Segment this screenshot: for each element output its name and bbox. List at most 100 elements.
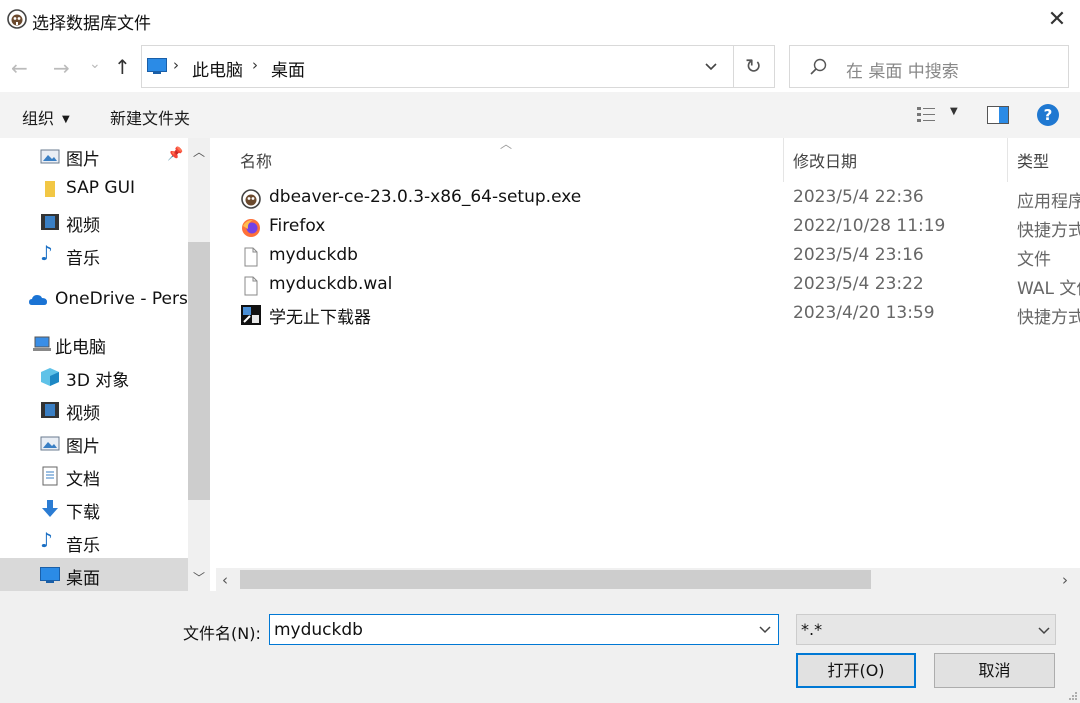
help-icon[interactable]: ?	[1037, 104, 1059, 126]
sidebar-item-label: 视频	[66, 399, 100, 424]
onedrive-icon	[28, 290, 48, 310]
filetype-value: *.*	[801, 620, 822, 639]
sidebar-item-onedrive[interactable]: OneDrive - Persc	[0, 283, 188, 316]
sidebar-item-label: 下载	[66, 498, 100, 523]
cancel-button[interactable]: 取消	[934, 653, 1055, 688]
downloader-icon	[241, 305, 261, 325]
chevron-down-icon[interactable]	[758, 625, 772, 635]
file-date: 2022/10/28 11:19	[793, 216, 945, 236]
search-input[interactable]: 在 桌面 中搜索	[789, 45, 1069, 88]
column-header-type[interactable]: 类型	[1017, 148, 1049, 172]
address-bar[interactable]: › 此电脑 › 桌面 ↻	[141, 45, 775, 88]
chevron-down-icon	[1037, 626, 1051, 636]
breadcrumb-this-pc[interactable]: 此电脑	[192, 56, 243, 81]
new-folder-button[interactable]: 新建文件夹	[110, 105, 190, 129]
resize-grip-icon[interactable]	[1068, 691, 1078, 701]
column-header-name[interactable]: 名称	[240, 148, 272, 172]
sidebar-item-documents[interactable]: 文档	[0, 459, 188, 492]
horizontal-scrollbar[interactable]: ‹ ›	[216, 568, 1080, 591]
file-icon	[241, 276, 261, 296]
file-row[interactable]: dbeaver-ce-23.0.3-x86_64-setup.exe 2023/…	[216, 184, 1080, 213]
command-bar: 组织▼ 新建文件夹 ▼	[0, 92, 1080, 138]
documents-icon	[40, 466, 60, 486]
back-button[interactable]: ←	[11, 56, 28, 80]
caret-down-icon[interactable]: ▼	[950, 106, 958, 117]
sidebar-item-label: 3D 对象	[66, 366, 129, 391]
sidebar-item-music[interactable]: ♪ 音乐	[0, 525, 188, 558]
refresh-button[interactable]: ↻	[745, 54, 762, 78]
sidebar-item-3d-objects[interactable]: 3D 对象	[0, 360, 188, 393]
sidebar-item-desktop[interactable]: 桌面	[0, 558, 188, 591]
file-date: 2023/5/4 23:22	[793, 274, 924, 294]
scrollbar-thumb[interactable]	[188, 242, 210, 500]
sidebar-item-videos[interactable]: 视频	[0, 205, 188, 238]
desktop-icon	[40, 565, 60, 585]
chevron-down-icon[interactable]	[701, 57, 721, 77]
file-type: 文件	[1017, 245, 1051, 270]
file-name: Firefox	[269, 216, 325, 236]
desktop-icon	[147, 58, 167, 74]
file-date: 2023/5/4 22:36	[793, 187, 924, 207]
column-header-modified[interactable]: 修改日期	[793, 148, 857, 172]
scroll-up-icon[interactable]: ︿	[191, 144, 207, 160]
recent-locations-button[interactable]: ⌄	[89, 52, 101, 76]
dbeaver-app-icon	[7, 9, 27, 29]
dbeaver-icon	[241, 189, 261, 209]
scroll-down-icon[interactable]: ﹀	[191, 570, 207, 586]
firefox-icon	[241, 218, 261, 238]
sidebar-item-pictures[interactable]: 图片	[0, 426, 188, 459]
file-name: myduckdb.wal	[269, 274, 392, 294]
file-type: WAL 文件	[1017, 274, 1080, 299]
scrollbar-thumb[interactable]	[240, 570, 871, 589]
filetype-select[interactable]: *.*	[796, 614, 1056, 645]
organize-label: 组织	[22, 109, 54, 128]
3d-objects-icon	[40, 367, 60, 387]
file-row[interactable]: 学无止下载器 2023/4/20 13:59 快捷方式	[216, 300, 1080, 329]
sidebar-item-videos[interactable]: 视频	[0, 393, 188, 426]
close-button[interactable]: ✕	[1044, 7, 1070, 33]
sidebar-item-this-pc[interactable]: 此电脑	[0, 327, 188, 360]
forward-button[interactable]: →	[53, 56, 70, 80]
sidebar-item-sap-gui[interactable]: SAP GUI	[0, 172, 188, 205]
pictures-icon	[40, 146, 60, 166]
file-row[interactable]: myduckdb 2023/5/4 23:16 文件	[216, 242, 1080, 271]
filename-label: 文件名(N):	[183, 620, 261, 644]
downloads-icon	[40, 499, 60, 519]
file-type: 应用程序	[1017, 187, 1080, 212]
sidebar-item-label: 音乐	[66, 244, 100, 269]
sidebar-item-pictures-pinned[interactable]: 图片 📌	[0, 139, 188, 172]
sidebar-item-downloads[interactable]: 下载	[0, 492, 188, 525]
file-name: myduckdb	[269, 245, 358, 265]
search-icon	[808, 57, 828, 77]
sidebar-item-label: SAP GUI	[66, 178, 135, 198]
file-list: ︿ 名称 修改日期 类型 dbeaver-ce-23.0.3-x86_64-se…	[216, 138, 1080, 591]
organize-menu[interactable]: 组织▼	[22, 105, 70, 129]
breadcrumb-desktop[interactable]: 桌面	[271, 56, 305, 81]
sidebar-scrollbar[interactable]: ︿ ﹀	[188, 138, 210, 591]
divider	[733, 46, 734, 87]
music-icon: ♪	[40, 528, 60, 548]
file-row[interactable]: Firefox 2022/10/28 11:19 快捷方式	[216, 213, 1080, 242]
file-row[interactable]: myduckdb.wal 2023/5/4 23:22 WAL 文件	[216, 271, 1080, 300]
preview-pane-icon[interactable]	[987, 106, 1009, 124]
sidebar-item-label: 图片	[66, 145, 100, 170]
file-type: 快捷方式	[1017, 216, 1080, 241]
sidebar-item-label: 视频	[66, 211, 100, 236]
sidebar-item-label: 桌面	[66, 564, 100, 589]
sidebar-item-music[interactable]: ♪ 音乐	[0, 238, 188, 271]
file-date: 2023/4/20 13:59	[793, 303, 935, 323]
chevron-right-icon: ›	[173, 56, 179, 74]
open-button[interactable]: 打开(O)	[796, 653, 916, 688]
up-button[interactable]: ↑	[114, 55, 131, 79]
file-type: 快捷方式	[1017, 303, 1080, 328]
view-options-icon[interactable]	[917, 106, 935, 124]
pin-icon[interactable]: 📌	[167, 147, 183, 162]
scroll-right-icon[interactable]: ›	[1062, 571, 1068, 589]
scroll-left-icon[interactable]: ‹	[222, 571, 228, 589]
column-divider[interactable]	[1007, 138, 1008, 182]
column-divider[interactable]	[783, 138, 784, 182]
dialog-footer: 文件名(N): *.* 打开(O) 取消	[0, 591, 1080, 703]
filename-input[interactable]	[269, 614, 779, 645]
music-icon: ♪	[40, 241, 60, 261]
sidebar-item-label: 此电脑	[55, 333, 106, 358]
